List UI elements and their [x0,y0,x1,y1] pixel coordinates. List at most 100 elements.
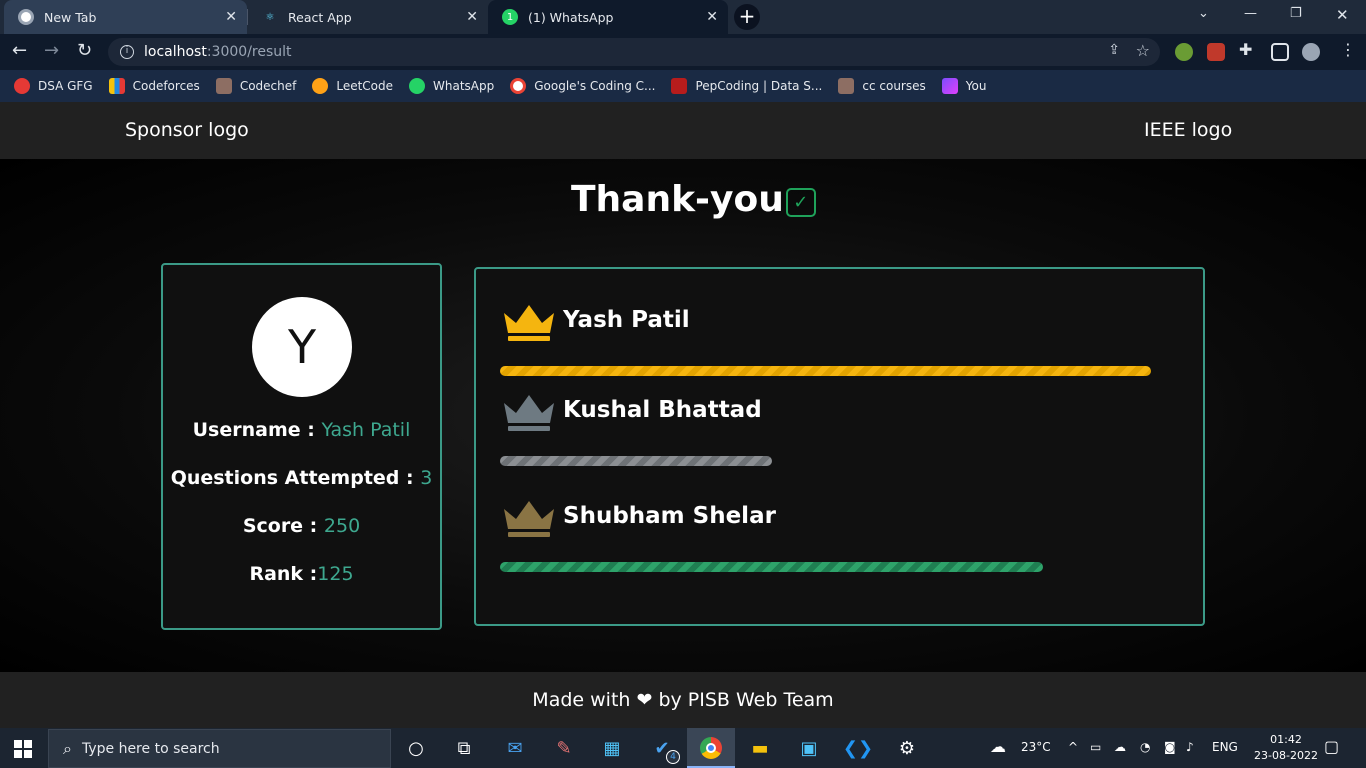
search-placeholder: Type here to search [81,740,220,757]
crown-icon [504,501,554,537]
score-label: Score : [242,515,324,537]
rank-row: Rank :125 [163,563,440,585]
bookmark-whatsapp[interactable]: WhatsApp [409,78,494,94]
bookmark-label: PepCoding | Data S... [695,79,823,93]
codechef-icon [215,78,232,94]
tab-label: (1) WhatsApp [528,9,614,25]
tab-search-icon[interactable]: ⌄ [1198,6,1209,21]
camera-icon[interactable]: ◙ [1164,740,1176,754]
file-explorer-icon[interactable]: ▬ [746,734,774,762]
vscode-icon[interactable]: ❮❯ [843,734,873,762]
clock-date: 23-08-2022 [1254,749,1318,762]
cortana-icon[interactable]: ○ [402,734,430,762]
score-bar [500,562,1043,572]
share-icon[interactable]: ⇪ [1108,42,1120,58]
bookmark-label: DSA GFG [38,79,93,93]
bookmark-star-icon[interactable]: ☆ [1136,41,1150,60]
bookmark-leetcode[interactable]: LeetCode [312,78,393,94]
language-indicator[interactable]: ENG [1212,740,1238,754]
profile-avatar[interactable] [1302,43,1320,61]
bookmark-label: Codechef [239,79,297,93]
bookmark-google-coding[interactable]: Google's Coding C... [510,78,655,94]
main-content: Thank-you ✓ Y Username : Yash Patil Ques… [0,159,1366,672]
whatsapp-icon: 1 [502,9,518,25]
new-tab-button[interactable]: + [734,4,760,30]
settings-gear-icon[interactable]: ⚙ [893,734,921,762]
badge: 4 [666,750,680,764]
pepcoding-icon [671,78,688,94]
crown-icon [504,305,554,341]
windows-start-icon[interactable] [14,740,32,758]
reload-icon[interactable]: ↻ [77,40,92,61]
score-value: 250 [323,515,361,537]
extensions-puzzle-icon[interactable]: ✚ [1239,40,1252,59]
chrome-icon[interactable] [697,734,725,762]
battery-icon[interactable]: ▭ [1090,740,1101,754]
bookmark-label: Codeforces [132,79,200,93]
system-clock[interactable]: 01:42 23-08-2022 [1254,732,1318,764]
ieee-logo: IEEE logo [1144,119,1233,141]
weather-icon[interactable]: ☁ [990,737,1006,756]
back-icon[interactable]: ← [12,40,27,61]
tab-react-app[interactable]: ⚛ React App ✕ [248,0,488,34]
username-row: Username : Yash Patil [163,419,440,441]
close-window-icon[interactable]: ✕ [1336,6,1349,24]
task-view-icon[interactable]: ⧉ [450,734,478,762]
close-icon[interactable]: ✕ [225,9,237,25]
page-title: Thank-you ✓ [571,179,816,220]
notifications-icon[interactable]: ▢ [1324,737,1339,756]
react-icon: ⚛ [265,11,275,23]
rank-label: Rank : [249,563,318,585]
footer-suffix: by PISB Web Team [658,689,834,711]
address-bar[interactable]: i localhost:3000/result ⇪ ☆ [108,38,1160,66]
google-icon [510,78,527,94]
close-icon[interactable]: ✕ [706,9,718,25]
photos-icon[interactable]: ▣ [795,734,823,762]
bookmark-pepcoding[interactable]: PepCoding | Data S... [671,78,822,94]
extension-icon[interactable] [1175,43,1193,61]
bookmark-label: LeetCode [336,79,394,93]
bookmark-cc-courses[interactable]: cc courses [838,78,926,94]
paint-icon[interactable]: ✎ [550,734,578,762]
questions-row: Questions Attempted : 3 [163,467,440,489]
crown-icon [504,395,554,431]
forward-icon[interactable]: → [44,40,59,61]
search-icon: ⌕ [63,738,72,758]
side-panel-icon[interactable] [1271,43,1289,61]
bookmark-you[interactable]: You [941,78,986,94]
onedrive-icon[interactable]: ☁ [1114,740,1126,754]
weather-temp[interactable]: 23°C [1021,740,1051,754]
wifi-icon[interactable]: ◔ [1140,740,1150,754]
volume-icon[interactable]: ♪ [1186,740,1194,754]
codechef-icon [838,78,855,94]
bookmark-codechef[interactable]: Codechef [215,78,297,94]
todo-icon[interactable]: ✔ 4 [648,734,680,764]
tab-new-tab[interactable]: New Tab ✕ [4,0,247,34]
questions-label: Questions Attempted : [170,467,421,489]
minimize-icon[interactable]: — [1244,6,1257,21]
store-icon[interactable]: ▦ [598,734,626,762]
entry-name: Kushal Bhattad [563,397,762,423]
heart-icon: ❤ [636,689,653,711]
title-text: Thank-you [571,179,784,220]
bookmark-codeforces[interactable]: Codeforces [108,78,200,94]
bookmark-dsa-gfg[interactable]: DSA GFG [14,78,93,94]
avatar: Y [252,297,352,397]
footer-prefix: Made with [532,689,631,711]
mail-icon[interactable]: ✉ [501,734,529,762]
score-bar [500,366,1151,376]
bookmarks-bar: DSA GFG Codeforces Codechef LeetCode Wha… [0,70,1366,102]
tab-whatsapp[interactable]: 1 (1) WhatsApp ✕ [488,0,728,34]
whatsapp-icon [409,78,426,94]
chevron-up-icon[interactable]: ^ [1068,740,1078,754]
chrome-icon [18,9,34,25]
extension-icon[interactable] [1207,43,1225,61]
menu-icon[interactable]: ⋮ [1340,40,1356,59]
taskbar-search[interactable]: ⌕ Type here to search [48,729,391,768]
restore-icon[interactable]: ❐ [1290,6,1302,21]
entry-name: Yash Patil [563,307,690,333]
url-host: localhost [144,44,207,60]
close-icon[interactable]: ✕ [466,9,478,25]
gmail-icon [14,78,30,94]
site-info-icon[interactable]: i [120,45,134,59]
